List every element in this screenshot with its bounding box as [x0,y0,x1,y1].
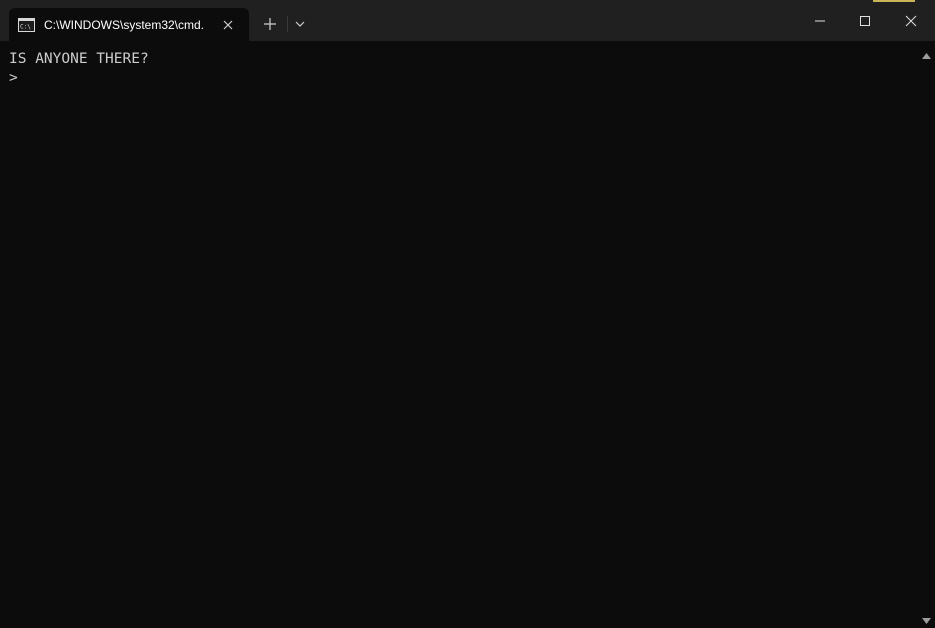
tab-cmd[interactable]: C:\ C:\WINDOWS\system32\cmd. [9,8,249,41]
close-icon [905,15,917,27]
close-tab-icon[interactable] [219,16,237,34]
new-tab-button[interactable] [260,14,280,34]
minimize-button[interactable] [797,6,843,36]
maximize-icon [860,16,870,26]
chevron-down-icon [295,21,305,27]
title-bar: C:\ C:\WINDOWS\system32\cmd. [0,0,935,41]
maximize-button[interactable] [842,6,888,36]
minimize-icon [815,20,825,22]
scroll-up-arrow-icon[interactable] [921,47,932,59]
terminal-line: IS ANYONE THERE? [9,51,149,67]
terminal-prompt: > [9,70,18,86]
top-accent-bar [873,0,915,2]
svg-text:C:\: C:\ [20,24,31,31]
plus-icon [264,18,276,30]
close-window-button[interactable] [888,6,934,36]
scroll-down-arrow-icon[interactable] [921,613,932,624]
terminal-window: C:\ C:\WINDOWS\system32\cmd. IS ANYONE T… [0,0,935,628]
cmd-prompt-icon: C:\ [18,18,35,32]
terminal-output[interactable]: IS ANYONE THERE? > [0,41,918,628]
vertical-scrollbar[interactable] [918,41,935,628]
tab-title: C:\WINDOWS\system32\cmd. [44,18,205,32]
tab-dropdown-button[interactable] [292,16,308,32]
tab-separator [287,16,288,32]
scroll-track[interactable] [918,58,935,610]
